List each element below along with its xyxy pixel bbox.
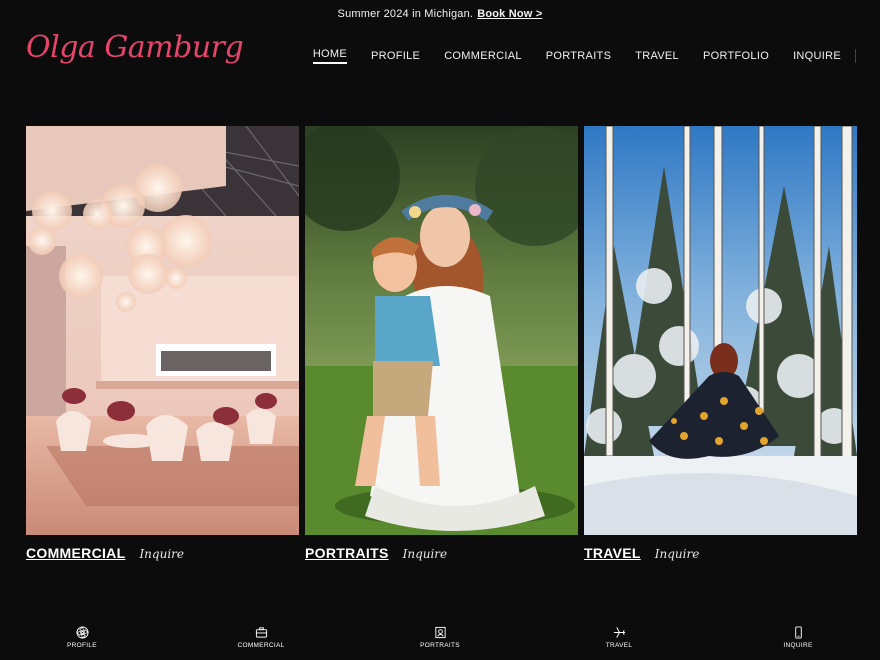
gallery: COMMERCIAL Inquire PORTRAITS Inquire TRA…: [26, 126, 857, 561]
snowy-forest-travel-photo[interactable]: [584, 126, 857, 535]
gallery-card-commercial[interactable]: COMMERCIAL Inquire: [26, 126, 299, 561]
travel-inquire-link[interactable]: Inquire: [655, 547, 700, 561]
bottom-tab-label: INQUIRE: [783, 642, 813, 649]
nav-home[interactable]: HOME: [312, 48, 348, 64]
nav-divider: [855, 49, 856, 63]
gallery-card-travel[interactable]: TRAVEL Inquire: [584, 126, 857, 561]
bottom-tab-commercial[interactable]: COMMERCIAL: [231, 620, 291, 660]
nav-inquire[interactable]: INQUIRE: [793, 50, 841, 62]
airplane-icon: [613, 627, 625, 638]
mother-child-portrait-photo[interactable]: [305, 126, 578, 535]
bottom-tab-label: PORTRAITS: [420, 642, 460, 649]
commercial-title[interactable]: COMMERCIAL: [26, 545, 125, 561]
site-logo[interactable]: Olga Gamburg: [26, 30, 244, 65]
logo-text: Olga Gamburg: [26, 30, 244, 65]
nav-portfolio[interactable]: PORTFOLIO: [703, 50, 769, 62]
nav-profile[interactable]: PROFILE: [371, 50, 420, 62]
bottom-tab-label: TRAVEL: [605, 642, 633, 649]
bottom-tab-label: PROFILE: [67, 642, 97, 649]
travel-title[interactable]: TRAVEL: [584, 545, 641, 561]
portraits-inquire-link[interactable]: Inquire: [403, 547, 448, 561]
announcement-text: Summer 2024 in Michigan.: [337, 8, 474, 20]
bottom-tab-travel[interactable]: TRAVEL: [589, 620, 649, 660]
commercial-inquire-link[interactable]: Inquire: [139, 547, 184, 561]
announcement-bar: Summer 2024 in Michigan. Book Now >: [0, 0, 880, 28]
bottom-tab-profile[interactable]: PROFILE: [52, 620, 112, 660]
phone-icon: [794, 626, 802, 639]
commercial-showroom-photo[interactable]: [26, 126, 299, 535]
bottom-tab-label: COMMERCIAL: [237, 642, 285, 649]
portraits-title[interactable]: PORTRAITS: [305, 545, 389, 561]
main-nav: HOME PROFILE COMMERCIAL PORTRAITS TRAVEL…: [289, 48, 856, 64]
nav-travel[interactable]: TRAVEL: [635, 50, 679, 62]
nav-portraits[interactable]: PORTRAITS: [546, 50, 611, 62]
bottom-tab-inquire[interactable]: INQUIRE: [768, 620, 828, 660]
portrait-icon: [434, 626, 446, 639]
bottom-nav: PROFILE COMMERCIAL PORTRAITS TRAVEL INQU…: [0, 620, 880, 660]
nav-commercial[interactable]: COMMERCIAL: [444, 50, 522, 62]
briefcase-icon: [255, 627, 267, 638]
gallery-card-portraits[interactable]: PORTRAITS Inquire: [305, 126, 578, 561]
bottom-tab-portraits[interactable]: PORTRAITS: [410, 620, 470, 660]
aperture-icon: [75, 626, 89, 639]
book-now-link[interactable]: Book Now >: [477, 8, 542, 20]
